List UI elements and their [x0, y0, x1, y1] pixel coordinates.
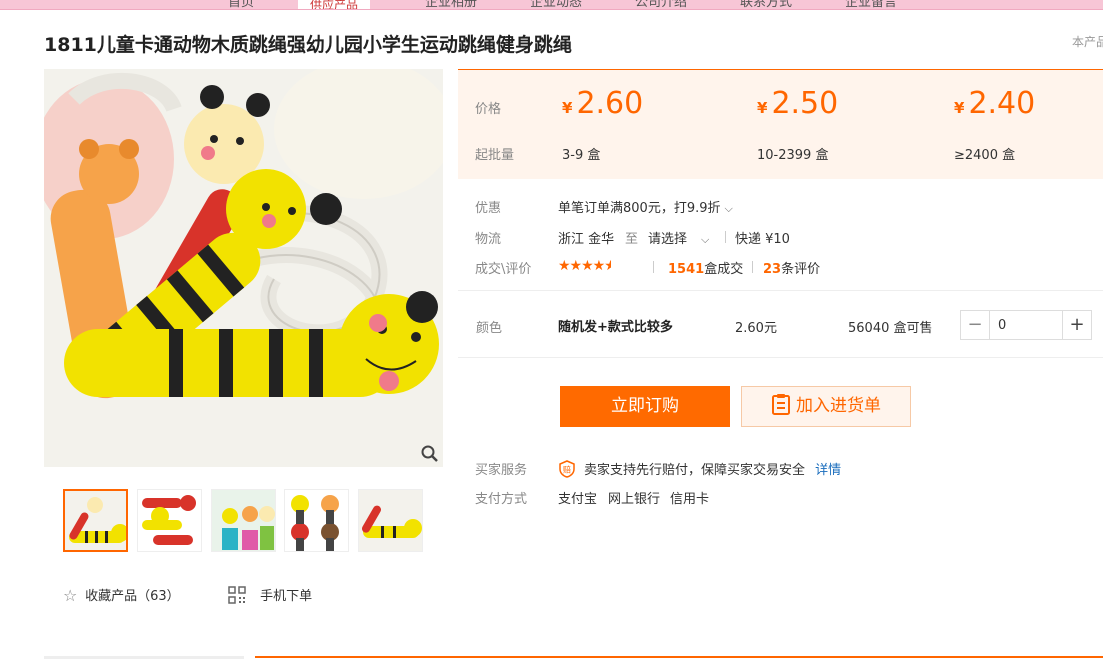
- buyer-service-desc: 卖家支持先行赔付，保障买家交易安全: [584, 463, 806, 478]
- payment-label: 支付方式: [475, 492, 528, 507]
- thumbnail-1-image: [65, 491, 126, 550]
- deals-count-link[interactable]: 1541盒成交: [668, 258, 743, 277]
- buyer-service-text: 赔 卖家支持先行赔付，保障买家交易安全 详情: [558, 459, 841, 478]
- logistics-label: 物流: [475, 232, 502, 247]
- discount-value: 单笔订单满800元，打9.9折: [558, 201, 721, 216]
- thumbnail-4-image: [285, 490, 348, 551]
- price-tier-3: ¥2.40: [954, 86, 1035, 121]
- divider: [752, 261, 753, 273]
- currency-symbol: ¥: [954, 99, 965, 117]
- price-box: 价格 起批量 ¥2.60 ¥2.50 ¥2.40 3-9 盒 10-2399 盒…: [458, 69, 1103, 179]
- svg-text:赔: 赔: [563, 465, 571, 475]
- nav-item-about[interactable]: 公司介绍: [635, 0, 687, 9]
- thumbnail-5[interactable]: [358, 489, 423, 552]
- chevron-down-icon: ⌵: [701, 233, 710, 246]
- deals-unit: 盒成交: [704, 262, 744, 277]
- product-title: 1811儿童卡通动物木质跳绳强幼儿园小学生运动跳绳健身跳绳: [44, 34, 572, 56]
- destination-select[interactable]: 请选择 ⌵: [648, 228, 709, 247]
- moq-range-2: 10-2399 盒: [757, 148, 829, 163]
- thumbnail-4[interactable]: [284, 489, 349, 552]
- discount-dropdown[interactable]: 单笔订单满800元，打9.9折 ⌵: [558, 197, 733, 216]
- reviews-count-link[interactable]: 23条评价: [763, 258, 820, 277]
- plus-icon[interactable]: +: [1062, 311, 1091, 339]
- qr-code-icon: [228, 586, 246, 604]
- tab-underline-active: [255, 656, 1103, 658]
- payment-method-ebank: 网上银行: [608, 492, 661, 507]
- magnifier-icon[interactable]: [420, 444, 440, 464]
- sku-color-label: 颜色: [476, 321, 503, 336]
- quantity-stepper: − +: [960, 310, 1092, 340]
- star-outline-icon: ☆: [63, 586, 78, 605]
- favorite-label: 收藏产品（63）: [85, 589, 180, 604]
- nav-item-news[interactable]: 企业动态: [530, 0, 582, 9]
- thumbnail-5-image: [359, 490, 422, 551]
- moq-range-3: ≥2400 盒: [954, 148, 1016, 163]
- main-product-image[interactable]: [44, 69, 443, 467]
- destination-select-label: 请选择: [648, 232, 688, 247]
- price-label: 价格: [475, 102, 502, 117]
- moq-range-1: 3-9 盒: [562, 148, 601, 163]
- nav-item-contact[interactable]: 联系方式: [740, 0, 792, 9]
- express-fee: 快递 ¥10: [735, 232, 790, 247]
- quantity-input[interactable]: [991, 311, 1063, 339]
- to-text: 至: [625, 232, 639, 247]
- deals-count: 1541: [668, 262, 705, 277]
- add-to-cart-label: 加入进货单: [796, 396, 881, 416]
- currency-symbol: ¥: [562, 99, 573, 117]
- add-to-cart-button[interactable]: 加入进货单: [741, 386, 911, 427]
- price-tier-1: ¥2.60: [562, 86, 643, 121]
- thumbnail-2[interactable]: [137, 489, 202, 552]
- tab-underline: [44, 656, 244, 659]
- thumbnail-1[interactable]: [63, 489, 128, 552]
- chevron-down-icon: ⌵: [724, 202, 733, 215]
- mobile-order-label: 手机下单: [260, 589, 313, 604]
- nav-item-message[interactable]: 企业留言: [845, 0, 897, 9]
- section-divider: [458, 357, 1103, 358]
- clipboard-icon: [772, 394, 790, 415]
- top-nav: 首页 供应产品 企业相册 企业动态 公司介绍 联系方式 企业留言: [0, 0, 1103, 10]
- deal-review-label: 成交\评价: [475, 262, 532, 277]
- discount-label: 优惠: [475, 201, 502, 216]
- sku-stock: 56040 盒可售: [848, 321, 933, 336]
- nav-item-album[interactable]: 企业相册: [425, 0, 477, 9]
- nav-item-home[interactable]: 首页: [228, 0, 254, 9]
- currency-symbol: ¥: [757, 99, 768, 117]
- sku-name: 随机发+款式比较多: [558, 320, 673, 335]
- thumbnail-2-image: [138, 490, 201, 551]
- reviews-count: 23: [763, 262, 782, 277]
- buyer-service-label: 买家服务: [475, 463, 528, 478]
- report-link[interactable]: 本产品: [1072, 33, 1103, 50]
- reviews-unit: 条评价: [781, 262, 821, 277]
- price-tier-2: ¥2.50: [757, 86, 838, 121]
- mobile-order-button[interactable]: 手机下单: [228, 585, 312, 604]
- moq-label: 起批量: [475, 148, 515, 163]
- favorite-button[interactable]: ☆ 收藏产品（63）: [63, 585, 180, 605]
- buy-now-button[interactable]: 立即订购: [560, 386, 730, 427]
- divider: [725, 231, 726, 243]
- rating-stars-icon: ★★★★★: [558, 258, 612, 274]
- price-value: 2.40: [968, 86, 1036, 121]
- thumbnail-3-image: [212, 490, 275, 551]
- detail-link[interactable]: 详情: [815, 463, 841, 478]
- nav-item-products[interactable]: 供应产品: [298, 0, 371, 9]
- origin-location: 浙江 金华: [558, 232, 615, 247]
- divider: [653, 261, 654, 273]
- shield-icon: 赔: [559, 460, 575, 478]
- minus-icon[interactable]: −: [961, 311, 990, 339]
- jump-rope-illustration: [44, 69, 443, 467]
- section-divider: [458, 290, 1103, 291]
- thumbnail-3[interactable]: [211, 489, 276, 552]
- payment-method-alipay: 支付宝: [558, 492, 598, 507]
- price-value: 2.60: [576, 86, 644, 121]
- sku-price: 2.60元: [735, 321, 777, 336]
- price-value: 2.50: [771, 86, 839, 121]
- payment-method-credit: 信用卡: [670, 492, 710, 507]
